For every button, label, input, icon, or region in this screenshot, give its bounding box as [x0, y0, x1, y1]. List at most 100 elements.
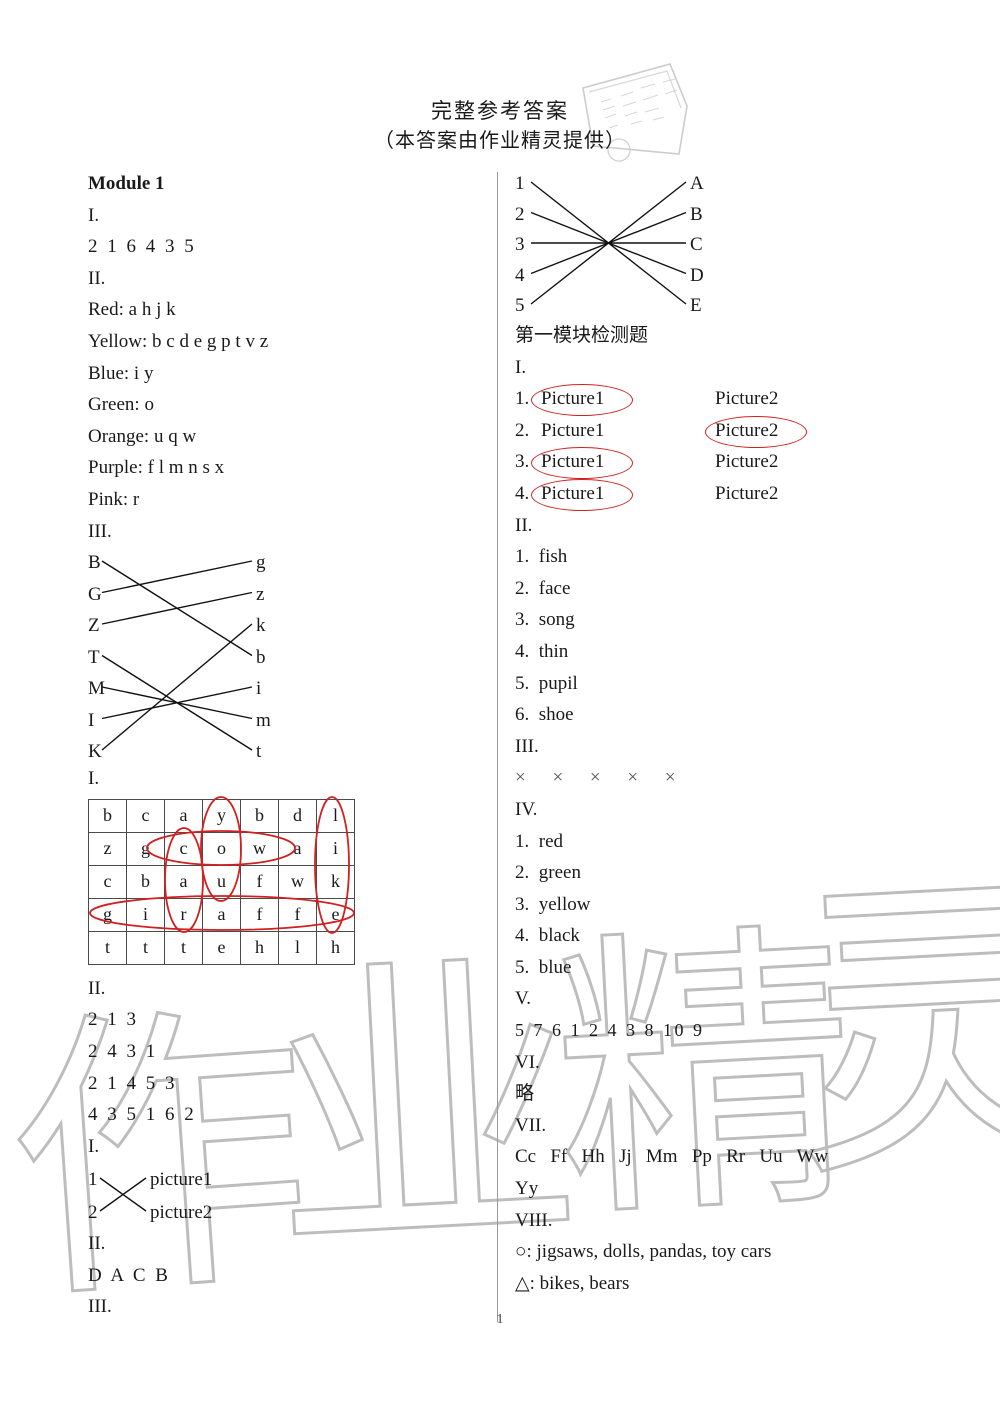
picture-option-1[interactable]: Picture1: [541, 478, 604, 510]
letter-grid-cell: k: [316, 864, 355, 899]
letter-match-line: [101, 560, 253, 594]
order-answer-1: 2 1 3: [88, 1009, 139, 1031]
left-letters-answer: D A C B: [88, 1264, 171, 1286]
right-column: 12345 ABCDE 第一模块检测题 I. 1. Picture1 Picture…: [515, 168, 955, 1299]
left-picture-label: I.: [88, 1135, 100, 1157]
number-match-left-item: 1: [515, 173, 525, 194]
number-match-right-item: C: [690, 234, 703, 255]
left-section-1-label: I.: [88, 204, 100, 226]
picture-choice-row: 1. Picture1 Picture2: [515, 383, 955, 417]
matching-lines-numbers: [530, 181, 687, 305]
right-section-7-label: VII.: [515, 1114, 547, 1136]
letter-grid-cell: b: [126, 864, 165, 899]
letter-grid-cell: r: [164, 897, 203, 932]
right-section-1-label: I.: [515, 356, 527, 378]
left-grid-label: I.: [88, 768, 100, 790]
letter-grid-cell: a: [202, 897, 241, 932]
number-match-left-item: 3: [515, 234, 525, 255]
letter-grid-cell: u: [202, 864, 241, 899]
color-group-yellow: Yellow: b c d e g p t v z: [88, 330, 269, 352]
letter-match-line: [101, 623, 253, 751]
picture-option-2[interactable]: Picture2: [715, 478, 778, 510]
word-answer-1: 1. fish: [515, 546, 568, 568]
color-answer-5: 5. blue: [515, 956, 572, 978]
order-answer-4: 4 3 5 1 6 2: [88, 1104, 197, 1126]
letter-grid-table: bcaybdlzgcowaicbaufwkgiraffetttehlh: [88, 798, 355, 965]
picture-choice-number: 4.: [515, 482, 530, 504]
letter-grid-cell: f: [240, 864, 279, 899]
color-answer-4: 4. black: [515, 925, 580, 947]
letter-match-left-item: I: [88, 709, 95, 731]
letter-grid-cell: t: [164, 930, 203, 965]
letter-grid-row: giraffe: [88, 897, 355, 932]
right-section-5-answer: 5 7 6 1 2 4 3 8 10 9: [515, 1020, 705, 1041]
letter-grid-cell: a: [278, 831, 317, 866]
picture-match-right-item: picture2: [150, 1202, 213, 1224]
letter-grid-cell: d: [278, 798, 317, 833]
right-section-3-label: III.: [515, 735, 539, 757]
picture-option-2[interactable]: Picture2: [715, 383, 778, 415]
letter-match-left-item: G: [88, 583, 102, 605]
left-section-1-answer: 2 1 6 4 3 5: [88, 236, 197, 258]
number-match-left-item: 4: [515, 264, 525, 286]
letter-grid-cell: l: [278, 930, 317, 965]
picture-option-1[interactable]: Picture1: [541, 415, 604, 447]
letter-grid-cell: a: [164, 864, 203, 899]
letter-grid-cell: i: [126, 897, 165, 932]
letter-grid-cell: z: [88, 831, 127, 866]
number-match-right-item: D: [690, 264, 704, 286]
left-section-2b-label: II.: [88, 977, 106, 999]
letter-grid-cell: h: [240, 930, 279, 965]
letter-grid-cell: f: [278, 897, 317, 932]
color-answer-1: 1. red: [515, 830, 564, 852]
letter-match-left-item: T: [88, 646, 100, 668]
alphabet-line-1: Cc Ff Hh Jj Mm Pp Rr Uu Ww: [515, 1146, 829, 1168]
letter-grid-cell: t: [88, 930, 127, 965]
letter-grid-cell: g: [126, 831, 165, 866]
left-column: Module 1 I. 2 1 6 4 3 5 II. Red: a h j k…: [88, 168, 478, 1323]
sort-answer-circle: ○: jigsaws, dolls, pandas, toy cars: [515, 1241, 772, 1263]
picture-option-1[interactable]: Picture1: [541, 446, 604, 478]
number-match-right-item: A: [690, 173, 704, 194]
right-section-5-label: V.: [515, 988, 532, 1010]
color-group-blue: Blue: i y: [88, 362, 154, 384]
picture-match-left-item: 1: [88, 1169, 98, 1191]
page-subtitle: （本答案由作业精灵提供）: [374, 130, 626, 152]
right-section-8-label: VIII.: [515, 1209, 553, 1231]
color-group-purple: Purple: f l m n s x: [88, 457, 225, 479]
letter-grid-cell: l: [316, 798, 355, 833]
right-section-2-label: II.: [515, 514, 533, 536]
order-answer-3: 2 1 4 5 3: [88, 1072, 177, 1094]
color-group-red: Red: a h j k: [88, 299, 176, 321]
header: 完整参考答案 （本答案由作业精灵提供）: [0, 96, 1000, 156]
letter-grid-cell: a: [164, 798, 203, 833]
letter-grid-cell: t: [126, 930, 165, 965]
test-heading: 第一模块检测题: [515, 325, 649, 346]
picture-option-1[interactable]: Picture1: [541, 383, 604, 415]
number-match-left-item: 5: [515, 295, 525, 316]
word-answer-4: 4. thin: [515, 640, 569, 662]
right-section-6-label: VI.: [515, 1051, 540, 1073]
page-number: 1: [496, 1312, 504, 1327]
letter-grid-row: tttehlh: [88, 930, 355, 965]
letter-grid-row: cbaufwk: [88, 864, 355, 899]
letter-grid-cell: o: [202, 831, 241, 866]
letter-grid-cell: c: [126, 798, 165, 833]
picture-option-2[interactable]: Picture2: [715, 415, 778, 447]
letter-grid-cell: b: [240, 798, 279, 833]
picture-option-2[interactable]: Picture2: [715, 446, 778, 478]
letter-grid-cell: i: [316, 831, 355, 866]
picture-choice-number: 1.: [515, 388, 530, 410]
cross-marks-row: × × × × ×: [515, 767, 687, 789]
letter-grid-row: zgcowai: [88, 831, 355, 866]
letter-match-left-item: B: [88, 552, 101, 574]
matching-diagram-numbers: 1 2 3 4 5 ABCDE: [515, 168, 955, 320]
number-match-right-item: B: [690, 203, 703, 225]
picture-choice-row: 4. Picture1 Picture2: [515, 478, 955, 511]
letter-match-right-item: g: [256, 552, 266, 574]
word-answer-5: 5. pupil: [515, 672, 578, 694]
order-answer-2: 2 4 3 1: [88, 1040, 158, 1062]
color-answer-2: 2. green: [515, 862, 581, 884]
left-section-2-label: II.: [88, 267, 106, 289]
letter-grid-cell: w: [278, 864, 317, 899]
